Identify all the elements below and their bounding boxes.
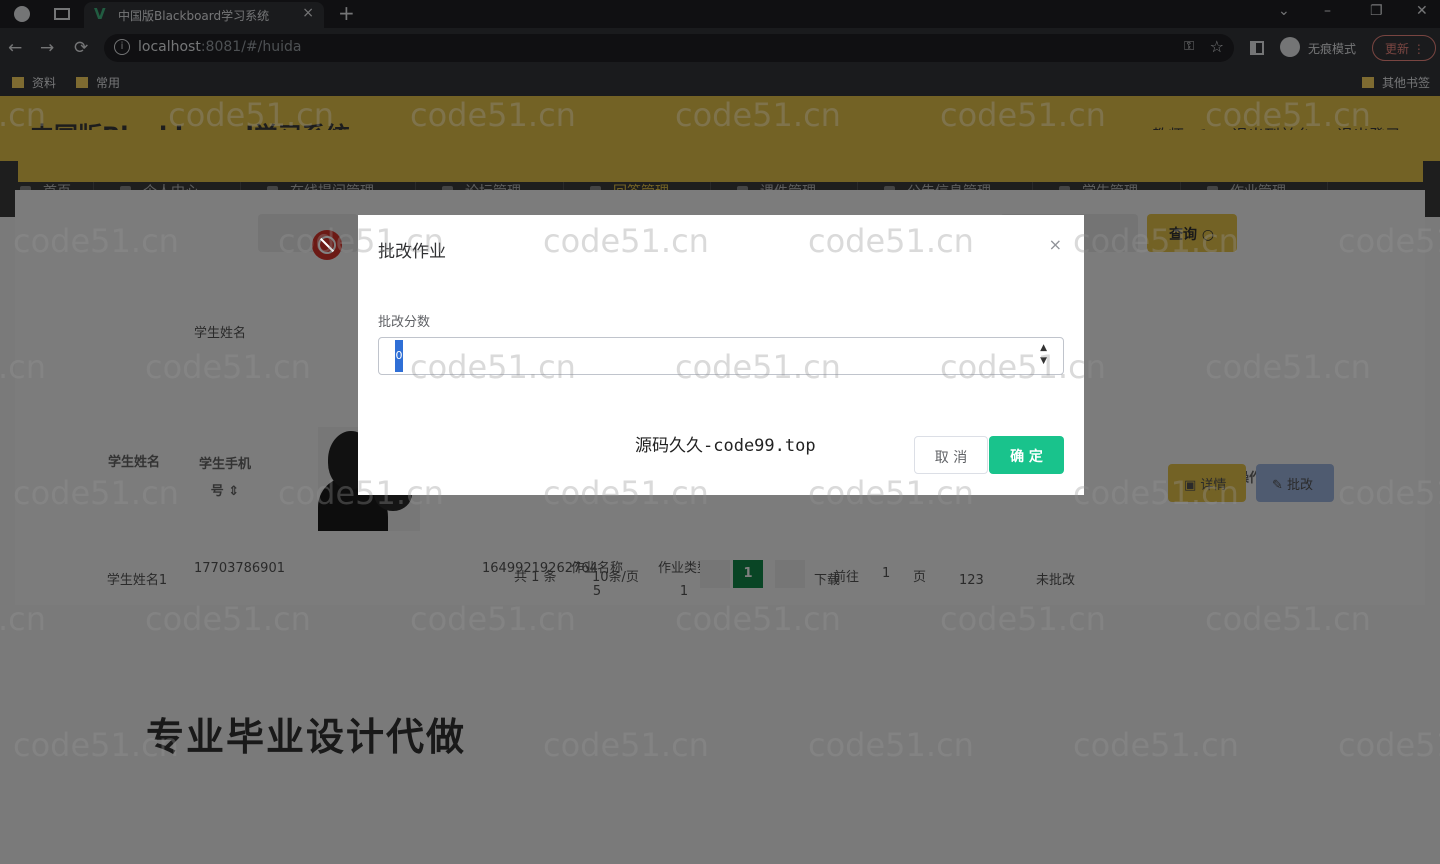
score-stepper[interactable]: ▲ ▼ bbox=[1040, 342, 1047, 368]
grade-homework-dialog: 批改作业 × 批改分数 0 ▲ ▼ 源码久久-code99.top 取 消 确 … bbox=[358, 215, 1084, 495]
score-field-label: 批改分数 bbox=[378, 315, 431, 330]
increment-icon[interactable]: ▲ bbox=[1040, 342, 1047, 355]
confirm-button[interactable]: 确 定 bbox=[989, 436, 1064, 474]
score-value[interactable]: 0 bbox=[395, 340, 403, 372]
source-note: 源码久久-code99.top bbox=[635, 436, 816, 456]
dialog-title: 批改作业 bbox=[378, 242, 446, 262]
decrement-icon[interactable]: ▼ bbox=[1040, 355, 1047, 368]
cancel-button[interactable]: 取 消 bbox=[914, 436, 988, 474]
close-icon[interactable]: × bbox=[1049, 235, 1062, 254]
score-input[interactable]: 0 ▲ ▼ bbox=[378, 337, 1064, 375]
